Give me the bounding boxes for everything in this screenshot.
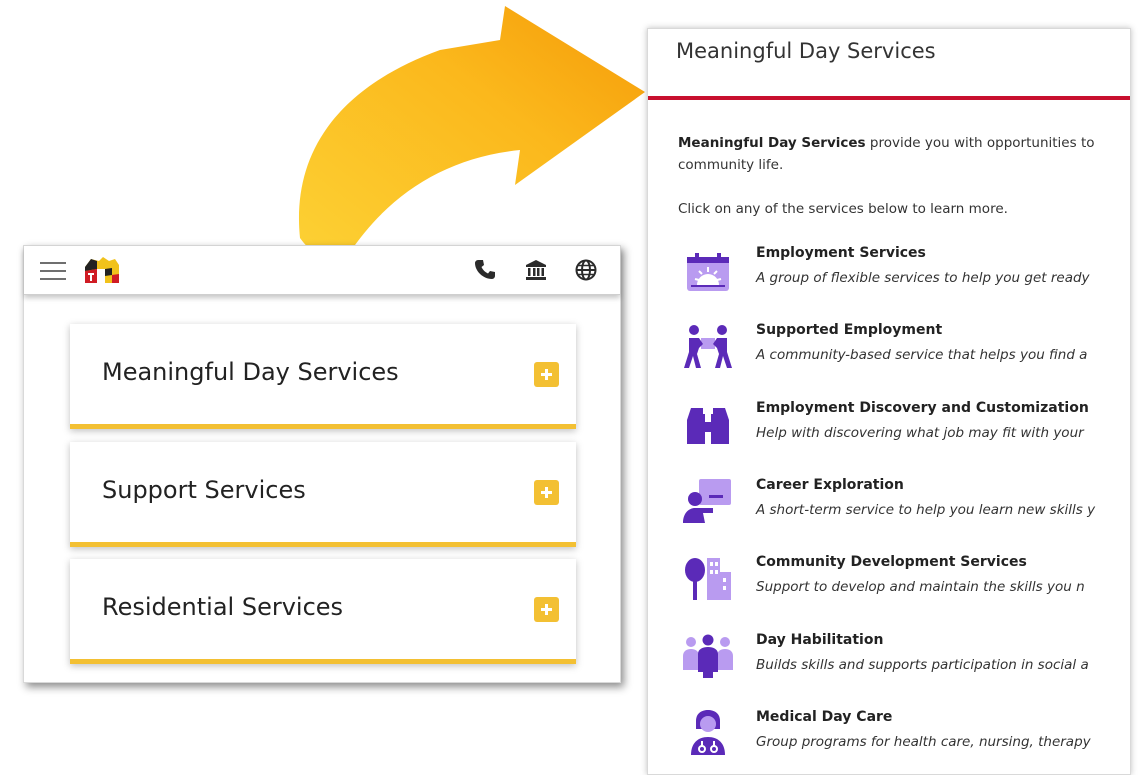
service-description: Help with discovering what job may fit w… <box>756 425 1084 441</box>
intro-bold: Meaningful Day Services <box>678 135 866 151</box>
binoculars-icon <box>687 408 729 444</box>
service-item-medical-day-care[interactable]: Medical Day Care Group programs for heal… <box>678 709 1130 769</box>
people-carrying-box-icon <box>684 325 732 368</box>
service-name[interactable]: Career Exploration <box>756 477 904 493</box>
plus-icon[interactable] <box>534 480 559 505</box>
accordion-item-label: Residential Services <box>102 593 344 621</box>
presenter-board-icon <box>683 479 731 523</box>
intro-rest: provide you with opportunities to <box>865 135 1095 151</box>
tree-building-icon <box>685 558 731 600</box>
accordion-item-residential[interactable]: Residential Services <box>70 559 576 664</box>
click-prompt: Click on any of the services below to le… <box>678 201 1008 217</box>
intro-line2: community life. <box>678 157 784 173</box>
hamburger-icon[interactable] <box>40 262 66 280</box>
bank-icon[interactable] <box>525 259 547 281</box>
accordion-item-meaningful-day[interactable]: Meaningful Day Services <box>70 324 576 429</box>
mobile-view: Meaningful Day Services Support Services… <box>23 245 621 683</box>
service-item-community-development[interactable]: Community Development Services Support t… <box>678 554 1130 614</box>
globe-icon[interactable] <box>575 259 597 281</box>
detail-panel: Meaningful Day Services Meaningful Day S… <box>647 28 1131 775</box>
service-description: Builds skills and supports participation… <box>756 657 1089 673</box>
service-description: Support to develop and maintain the skil… <box>756 579 1085 595</box>
service-name[interactable]: Employment Services <box>756 245 926 261</box>
calendar-sunrise-icon <box>687 253 729 291</box>
service-name[interactable]: Supported Employment <box>756 322 942 338</box>
mobile-header <box>24 246 620 295</box>
service-name[interactable]: Medical Day Care <box>756 709 892 725</box>
service-item-employment-discovery[interactable]: Employment Discovery and Customization H… <box>678 400 1130 460</box>
service-description: Group programs for health care, nursing,… <box>756 734 1091 750</box>
intro-paragraph: Meaningful Day Services provide you with… <box>678 132 1130 176</box>
service-item-supported-employment[interactable]: Supported Employment A community-based s… <box>678 322 1130 382</box>
phone-icon[interactable] <box>474 259 496 281</box>
service-description: A short-term service to help you learn n… <box>756 502 1096 518</box>
service-item-employment[interactable]: Employment Services A group of flexible … <box>678 245 1130 305</box>
service-name[interactable]: Employment Discovery and Customization <box>756 400 1089 416</box>
group-people-icon <box>683 634 733 678</box>
nurse-icon <box>691 710 725 755</box>
accordion-item-support[interactable]: Support Services <box>70 442 576 547</box>
accordion-item-label: Meaningful Day Services <box>102 358 399 386</box>
service-description: A community-based service that helps you… <box>756 347 1088 363</box>
plus-icon[interactable] <box>534 362 559 387</box>
page-title: Meaningful Day Services <box>676 39 936 63</box>
service-name[interactable]: Community Development Services <box>756 554 1027 570</box>
maryland-flag-logo[interactable] <box>81 255 123 285</box>
plus-icon[interactable] <box>534 597 559 622</box>
service-item-career-exploration[interactable]: Career Exploration A short-term service … <box>678 477 1130 537</box>
accordion-item-label: Support Services <box>102 476 306 504</box>
service-item-day-habilitation[interactable]: Day Habilitation Builds skills and suppo… <box>678 632 1130 692</box>
service-description: A group of flexible services to help you… <box>756 270 1090 286</box>
title-divider <box>648 96 1130 100</box>
service-name[interactable]: Day Habilitation <box>756 632 883 648</box>
